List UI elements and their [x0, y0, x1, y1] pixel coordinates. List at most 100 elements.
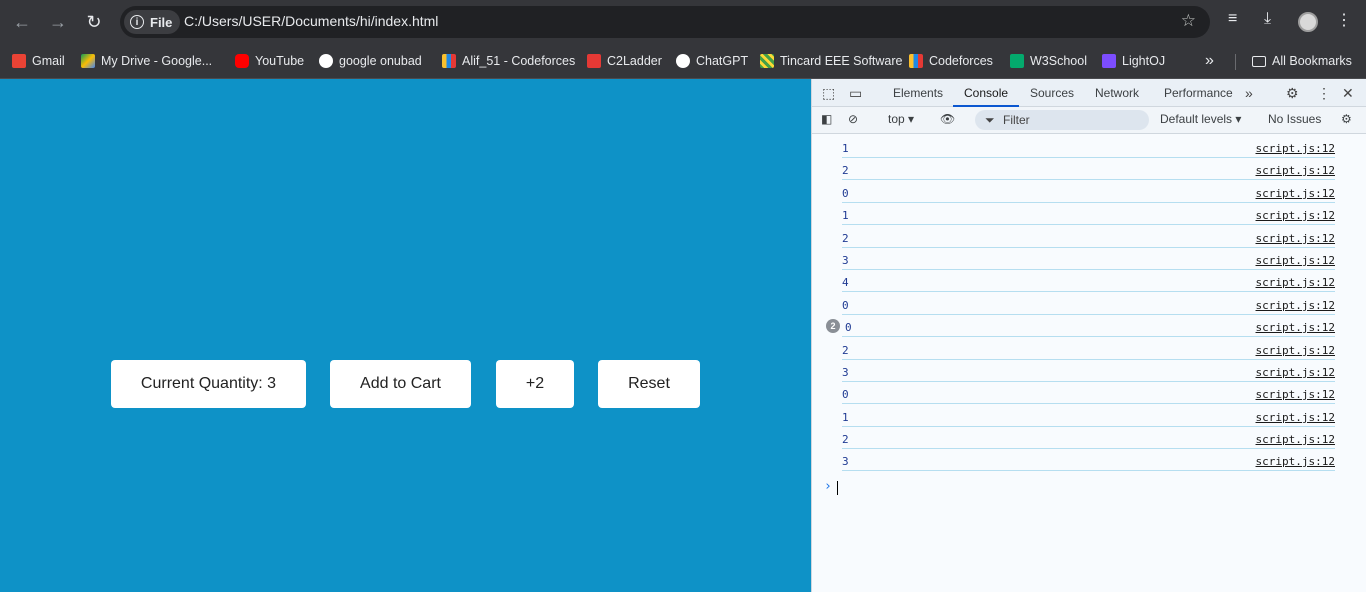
console-log-row: 1 script.js:12 — [842, 136, 1335, 158]
tab-network[interactable]: Network — [1095, 79, 1139, 107]
bookmarks-overflow-button[interactable]: » — [1205, 51, 1214, 71]
media-queue-icon[interactable]: ≡ — [1228, 10, 1237, 28]
page-viewport: Current Quantity: 3 Add to Cart +2 Reset — [0, 79, 811, 592]
bookmark-label: LightOJ — [1122, 54, 1166, 68]
bookmark-chatgpt[interactable]: ChatGPT — [676, 51, 748, 71]
google-icon — [319, 54, 333, 68]
menu-kebab-icon[interactable]: ⋮ — [1336, 10, 1352, 30]
bookmark-my-drive[interactable]: My Drive - Google... — [81, 51, 212, 71]
log-source-link[interactable]: script.js:12 — [1256, 366, 1335, 379]
all-bookmarks-button[interactable]: All Bookmarks — [1252, 51, 1352, 71]
log-source-link[interactable]: script.js:12 — [1256, 321, 1335, 334]
bookmark-alif-codeforces[interactable]: Alif_51 - Codeforces — [442, 51, 575, 71]
log-levels-select[interactable]: Default levels ▾ — [1160, 112, 1241, 126]
log-source-link[interactable]: script.js:12 — [1256, 299, 1335, 312]
bookmark-label: Tincard EEE Software — [780, 54, 903, 68]
log-source-link[interactable]: script.js:12 — [1256, 388, 1335, 401]
drive-icon — [81, 54, 95, 68]
tab-performance[interactable]: Performance — [1164, 79, 1233, 107]
bookmark-gmail[interactable]: Gmail — [12, 51, 65, 71]
bookmark-c2ladder[interactable]: C2Ladder — [587, 51, 662, 71]
info-icon: i — [130, 15, 144, 29]
bookmark-label: C2Ladder — [607, 54, 662, 68]
log-source-link[interactable]: script.js:12 — [1256, 411, 1335, 424]
device-toolbar-icon[interactable]: ▭ — [849, 85, 862, 102]
console-log-row: 2 0 script.js:12 — [826, 315, 1335, 337]
all-bookmarks-label: All Bookmarks — [1272, 54, 1352, 68]
console-log-row: 2 script.js:12 — [842, 226, 1335, 248]
log-source-link[interactable]: script.js:12 — [1256, 344, 1335, 357]
bookmark-google-onubad[interactable]: google onubad — [319, 51, 422, 71]
address-bar[interactable]: i File C:/Users/USER/Documents/hi/index.… — [120, 6, 1210, 38]
bookmark-tincard[interactable]: Tincard EEE Software — [760, 51, 903, 71]
devtools-panel: ⬚ ▭ Elements Console Sources Network Per… — [811, 79, 1366, 592]
site-chip-label: File — [150, 14, 173, 30]
console-log-row: 0 script.js:12 — [842, 293, 1335, 315]
log-source-link[interactable]: script.js:12 — [1256, 164, 1335, 177]
bookmark-label: Codeforces — [929, 54, 993, 68]
log-source-link[interactable]: script.js:12 — [1256, 455, 1335, 468]
log-source-link[interactable]: script.js:12 — [1256, 209, 1335, 222]
sidebar-toggle-icon[interactable]: ◧ — [821, 112, 832, 126]
bookmark-youtube[interactable]: YouTube — [235, 51, 304, 71]
settings-gear-icon[interactable]: ⚙ — [1286, 85, 1299, 102]
log-source-link[interactable]: script.js:12 — [1256, 187, 1335, 200]
tab-console[interactable]: Console — [953, 79, 1020, 107]
download-icon[interactable]: ⤓ — [1264, 10, 1271, 28]
bookmark-label: My Drive - Google... — [101, 54, 213, 68]
log-source-link[interactable]: script.js:12 — [1256, 232, 1335, 245]
bookmark-label: google onubad — [339, 54, 422, 68]
log-value: 3 — [842, 366, 849, 379]
url-text[interactable]: C:/Users/USER/Documents/hi/index.html — [184, 13, 438, 29]
clear-console-icon[interactable]: ⊘ — [848, 112, 858, 126]
devtools-menu-icon[interactable]: ⋮ — [1317, 85, 1331, 102]
console-settings-icon[interactable]: ⚙ — [1341, 112, 1352, 126]
console-log-row: 0 script.js:12 — [842, 382, 1335, 404]
log-source-link[interactable]: script.js:12 — [1256, 276, 1335, 289]
issues-counter[interactable]: No Issues — [1268, 112, 1321, 126]
console-log-row: 1 script.js:12 — [842, 203, 1335, 225]
log-value: 2 — [842, 232, 849, 245]
tab-elements[interactable]: Elements — [893, 79, 943, 107]
close-devtools-icon[interactable]: ✕ — [1342, 85, 1354, 102]
bookmark-label: YouTube — [255, 54, 305, 68]
console-log-row: 3 script.js:12 — [842, 449, 1335, 471]
log-levels-label: Default levels — [1160, 112, 1233, 126]
console-log-row: 2 script.js:12 — [842, 427, 1335, 449]
codeforces-icon — [909, 54, 923, 68]
console-log-row: 2 script.js:12 — [842, 338, 1335, 360]
console-log-row: 0 script.js:12 — [842, 181, 1335, 203]
youtube-icon — [235, 54, 249, 68]
bookmark-codeforces[interactable]: Codeforces — [909, 51, 993, 71]
log-source-link[interactable]: script.js:12 — [1256, 433, 1335, 446]
plus-two-button[interactable]: +2 — [496, 360, 574, 408]
log-value: 3 — [842, 254, 849, 267]
current-quantity-button[interactable]: Current Quantity: 3 — [111, 360, 306, 408]
bookmarks-bar: Gmail My Drive - Google... YouTube googl… — [0, 44, 1366, 79]
context-select[interactable]: top ▾ — [888, 112, 914, 126]
add-to-cart-button[interactable]: Add to Cart — [330, 360, 471, 408]
more-tabs-icon[interactable]: » — [1245, 85, 1253, 101]
site-info-chip[interactable]: i File — [124, 10, 181, 34]
log-source-link[interactable]: script.js:12 — [1256, 254, 1335, 267]
log-source-link[interactable]: script.js:12 — [1256, 142, 1335, 155]
tab-sources[interactable]: Sources — [1030, 79, 1074, 107]
forward-icon[interactable]: → — [44, 8, 72, 36]
reload-icon[interactable]: ↻ — [80, 8, 108, 36]
console-input[interactable] — [837, 481, 838, 495]
bookmark-w3school[interactable]: W3School — [1010, 51, 1087, 71]
bookmark-star-icon[interactable]: ☆ — [1181, 11, 1196, 31]
log-value: 0 — [842, 388, 849, 401]
bookmark-lightoj[interactable]: LightOJ — [1102, 51, 1165, 71]
bookmark-label: Gmail — [32, 54, 65, 68]
console-log-row: 2 script.js:12 — [842, 158, 1335, 180]
profile-avatar[interactable] — [1298, 12, 1318, 32]
back-icon[interactable]: ← — [8, 8, 36, 36]
filter-input[interactable]: ⏷ Filter — [975, 110, 1149, 130]
log-value: 0 — [842, 299, 849, 312]
live-expression-eye-icon[interactable]: 👁 — [940, 112, 955, 126]
log-value: 1 — [842, 411, 849, 424]
reset-button[interactable]: Reset — [598, 360, 700, 408]
inspect-element-icon[interactable]: ⬚ — [822, 85, 835, 102]
log-value: 2 — [842, 164, 849, 177]
